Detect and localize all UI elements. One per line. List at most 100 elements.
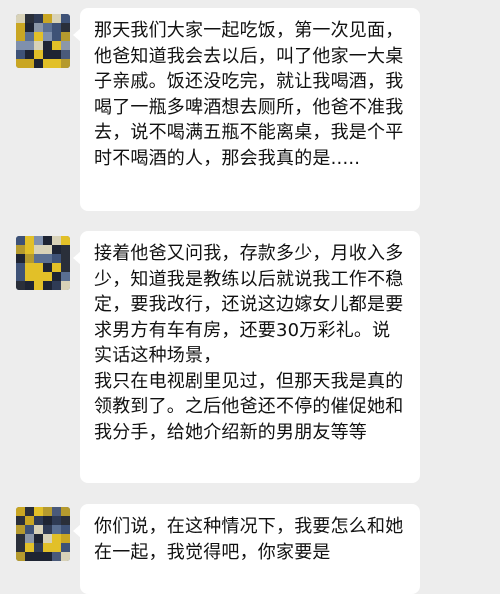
avatar-pixel [25, 263, 34, 272]
avatar-pixel [25, 14, 34, 23]
avatar-pixel [61, 272, 70, 281]
avatar[interactable] [16, 14, 70, 68]
avatar-pixel [61, 236, 70, 245]
avatar-pixel [25, 50, 34, 59]
avatar-pixel [25, 23, 34, 32]
avatar-pixel [25, 41, 34, 50]
avatar-pixel [25, 543, 34, 552]
avatar-pixel [61, 543, 70, 552]
avatar-pixel [16, 263, 25, 272]
avatar-pixel [43, 59, 52, 68]
avatar-pixel [61, 263, 70, 272]
avatar-pixel [52, 32, 61, 41]
avatar-pixel [43, 552, 52, 561]
message-bubble[interactable]: 那天我们大家一起吃饭，第一次见面，他爸知道我会去以后，叫了他家一大桌子亲戚。饭还… [73, 8, 420, 211]
avatar-pixel [52, 254, 61, 263]
avatar-pixel [61, 41, 70, 50]
avatar-pixel [43, 245, 52, 254]
avatar-pixel [52, 552, 61, 561]
avatar-pixel [52, 41, 61, 50]
avatar-pixel [52, 236, 61, 245]
avatar-pixel [61, 59, 70, 68]
avatar-pixel [61, 534, 70, 543]
avatar-pixel [61, 552, 70, 561]
avatar-pixel [25, 534, 34, 543]
avatar-pixel [16, 272, 25, 281]
avatar-pixel [34, 32, 43, 41]
avatar-pixel [25, 254, 34, 263]
avatar-pixel [34, 59, 43, 68]
avatar-pixel [25, 507, 34, 516]
avatar-pixel [52, 59, 61, 68]
avatar-pixel [34, 281, 43, 290]
avatar-pixel [34, 236, 43, 245]
avatar-pixel [61, 507, 70, 516]
avatar-pixel [25, 245, 34, 254]
avatar-pixel [52, 245, 61, 254]
avatar-pixel [43, 516, 52, 525]
avatar-pixel [52, 507, 61, 516]
avatar-pixel [16, 23, 25, 32]
avatar-pixel [16, 507, 25, 516]
avatar-pixel [43, 543, 52, 552]
avatar-pixel [34, 525, 43, 534]
avatar-pixel [61, 245, 70, 254]
avatar-pixel [61, 14, 70, 23]
avatar-pixel [61, 281, 70, 290]
message-bubble[interactable]: 接着他爸又问我，存款多少，月收入多少，知道我是教练以后就说我工作不稳定，要我改行… [73, 231, 420, 483]
avatar-pixel [52, 543, 61, 552]
avatar-pixel [52, 516, 61, 525]
avatar-pixel [34, 254, 43, 263]
avatar-pixel [52, 50, 61, 59]
avatar-pixel [61, 254, 70, 263]
avatar-pixel [25, 32, 34, 41]
avatar-pixel [43, 23, 52, 32]
avatar-pixel [34, 272, 43, 281]
avatar-pixel [43, 14, 52, 23]
avatar-pixel [43, 254, 52, 263]
avatar-pixel [34, 14, 43, 23]
avatar-pixel [52, 23, 61, 32]
avatar-pixel [43, 41, 52, 50]
avatar-pixel [16, 59, 25, 68]
avatar-pixel [16, 254, 25, 263]
avatar[interactable] [16, 507, 70, 561]
avatar-pixel [16, 50, 25, 59]
avatar-pixel [25, 281, 34, 290]
avatar-pixel [52, 263, 61, 272]
avatar-pixel [16, 41, 25, 50]
avatar-pixel [25, 272, 34, 281]
avatar-pixel [16, 525, 25, 534]
avatar[interactable] [16, 236, 70, 290]
avatar-pixel [61, 23, 70, 32]
avatar-pixel [43, 507, 52, 516]
avatar-pixel [43, 534, 52, 543]
avatar-pixel [43, 236, 52, 245]
message-bubble[interactable]: 你们说，在这种情况下，我要怎么和她在一起，我觉得吧，你家要是 [73, 504, 420, 594]
avatar-pixel [52, 14, 61, 23]
avatar-pixel [25, 59, 34, 68]
avatar-pixel [34, 245, 43, 254]
avatar-pixel [34, 263, 43, 272]
avatar-pixel [16, 245, 25, 254]
avatar-pixel [16, 14, 25, 23]
avatar-pixel [16, 543, 25, 552]
avatar-pixel [61, 32, 70, 41]
avatar-pixel [34, 534, 43, 543]
avatar-pixel [61, 516, 70, 525]
avatar-pixel [25, 236, 34, 245]
avatar-pixel [61, 525, 70, 534]
avatar-pixel [16, 516, 25, 525]
avatar-pixel [16, 552, 25, 561]
avatar-pixel [25, 516, 34, 525]
avatar-pixel [34, 543, 43, 552]
avatar-pixel [34, 41, 43, 50]
avatar-pixel [43, 32, 52, 41]
avatar-pixel [34, 552, 43, 561]
avatar-pixel [43, 263, 52, 272]
avatar-pixel [34, 516, 43, 525]
avatar-pixel [34, 507, 43, 516]
avatar-pixel [16, 32, 25, 41]
avatar-pixel [34, 23, 43, 32]
avatar-pixel [43, 50, 52, 59]
